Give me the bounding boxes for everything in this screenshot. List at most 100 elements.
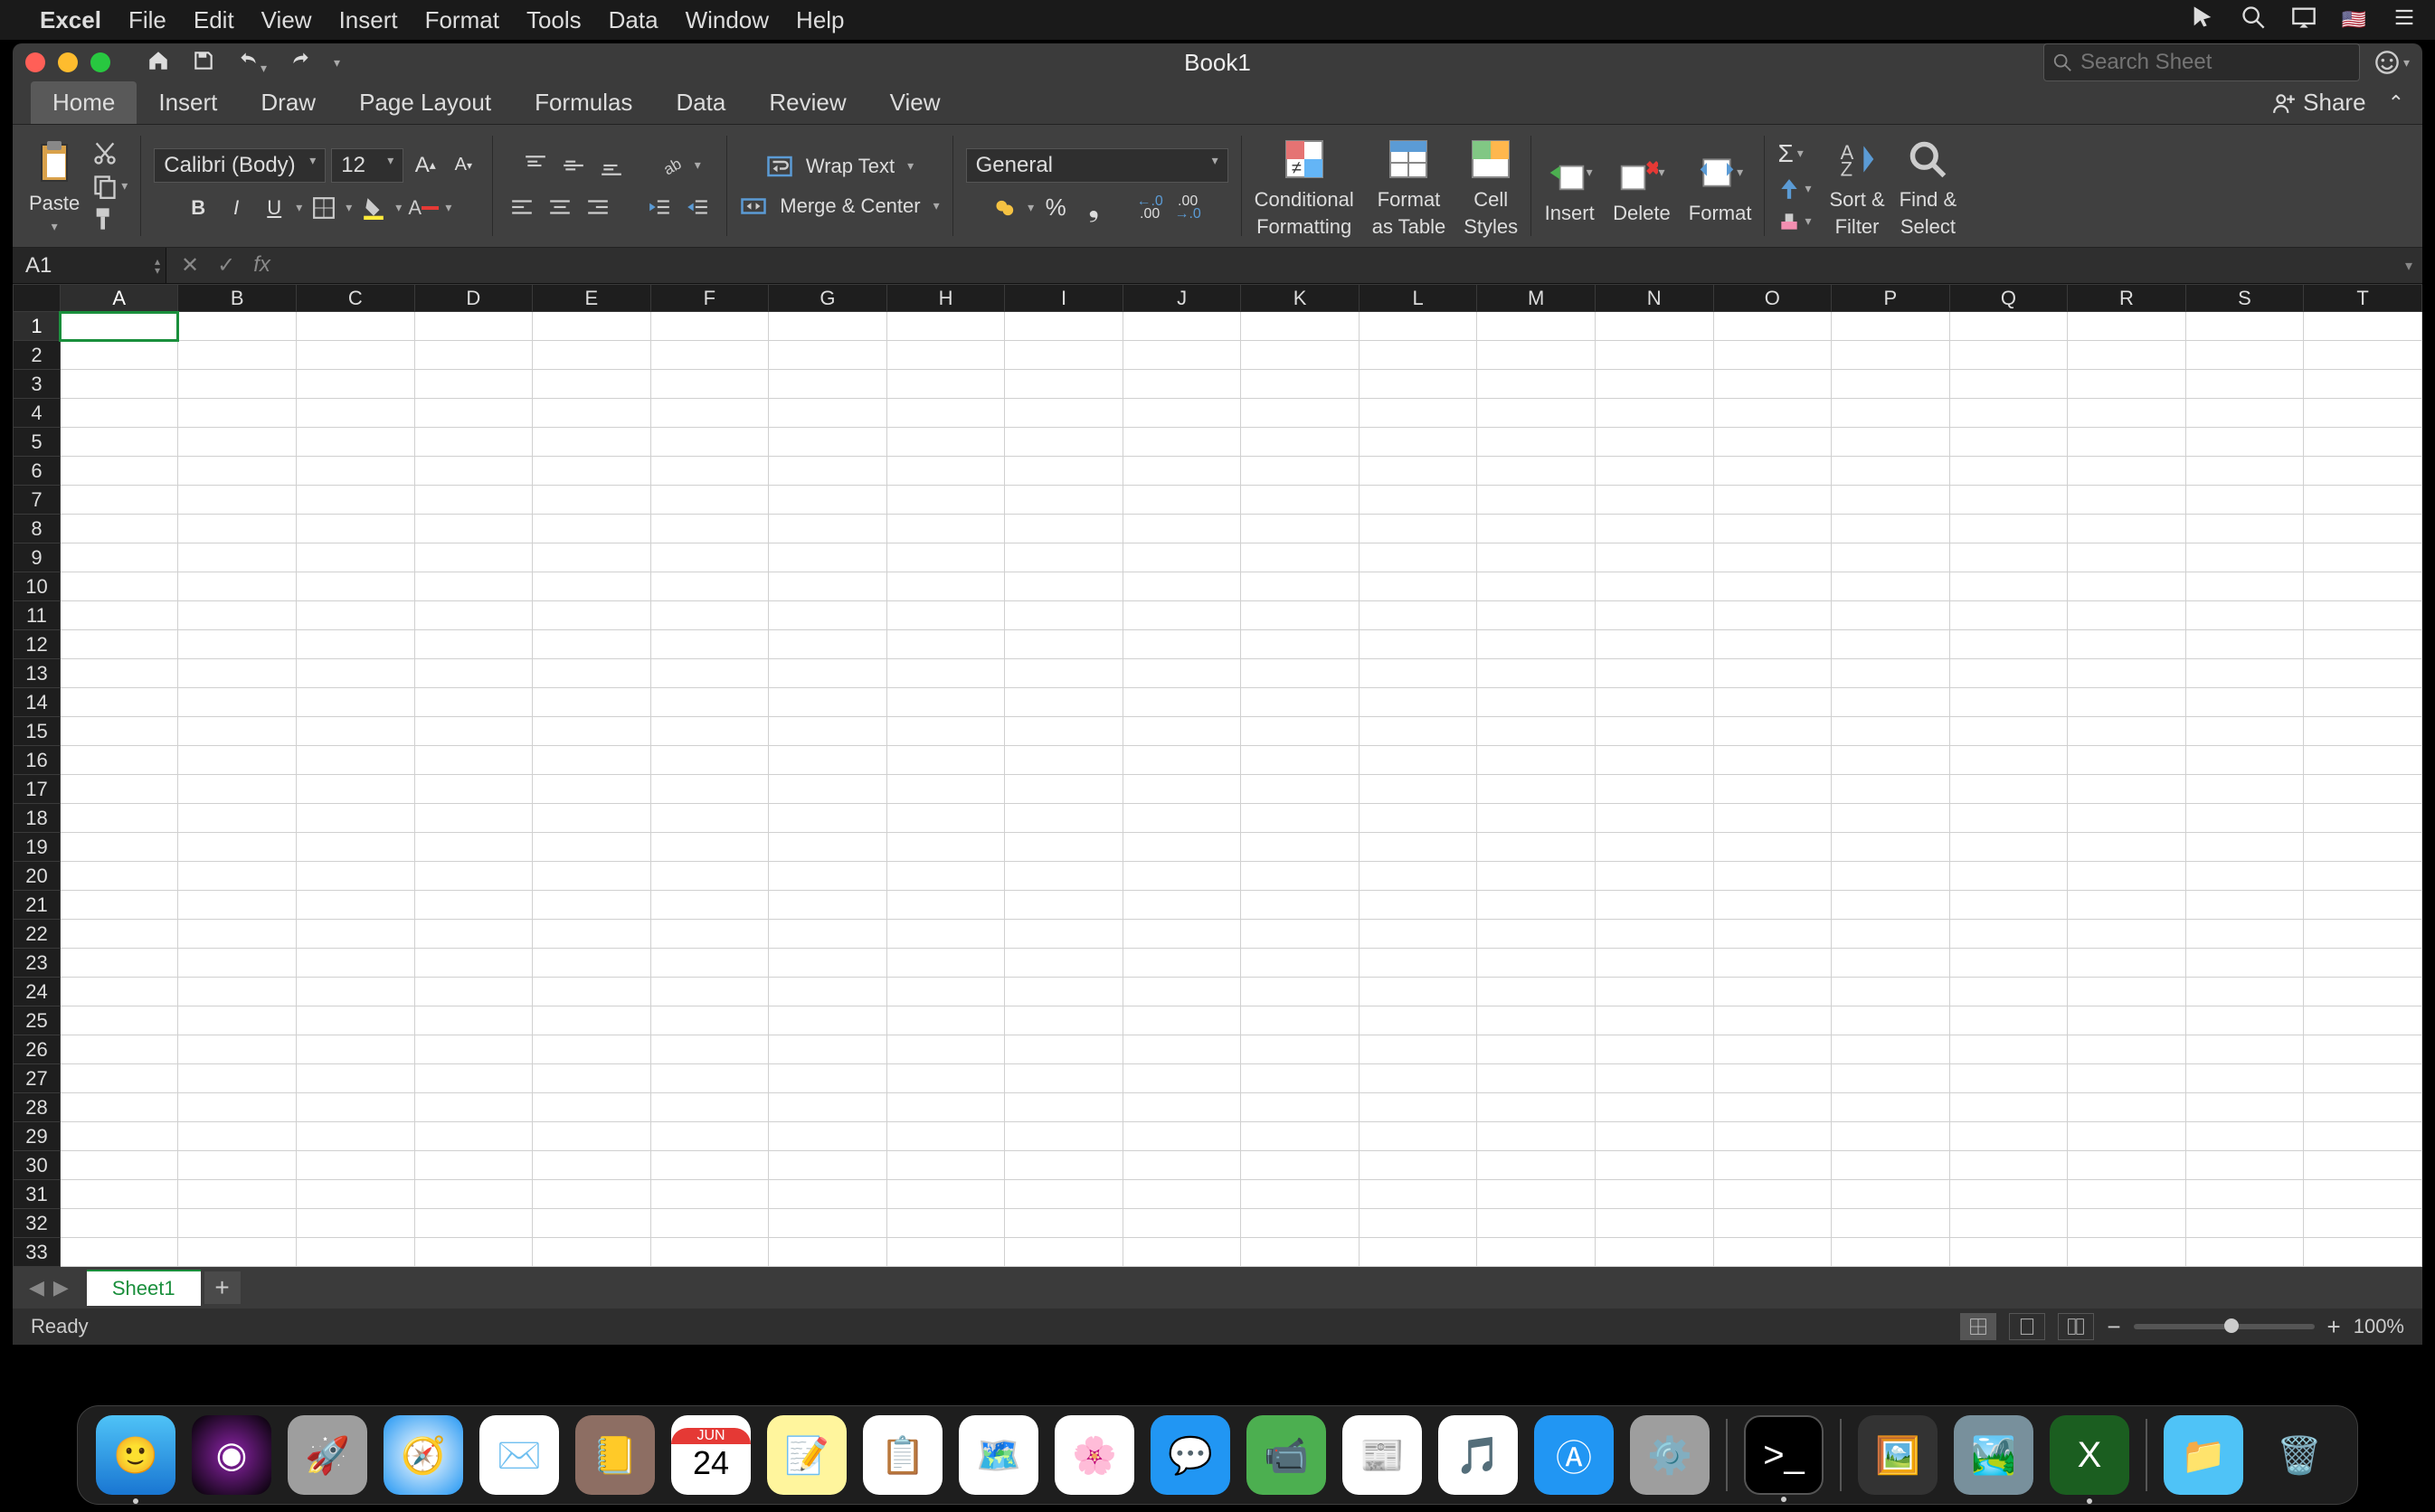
cell[interactable]	[60, 688, 178, 717]
cell[interactable]	[650, 543, 769, 572]
cell[interactable]	[1123, 543, 1241, 572]
save-icon[interactable]	[192, 49, 215, 77]
cell[interactable]	[414, 601, 533, 630]
zoom-in-button[interactable]: +	[2327, 1313, 2341, 1341]
cell[interactable]	[533, 370, 651, 399]
cell[interactable]	[60, 457, 178, 486]
cell[interactable]	[60, 601, 178, 630]
formula-input[interactable]	[285, 253, 2395, 279]
cell[interactable]	[1005, 341, 1123, 370]
cell[interactable]	[1713, 1122, 1832, 1151]
cell[interactable]	[1005, 1064, 1123, 1093]
cell[interactable]	[2304, 862, 2422, 891]
align-bottom-button[interactable]	[595, 149, 628, 182]
collapse-ribbon-icon[interactable]: ⌃	[2388, 91, 2404, 115]
decrease-indent-button[interactable]	[643, 191, 676, 223]
cell[interactable]	[414, 920, 533, 949]
cell[interactable]	[414, 341, 533, 370]
cell[interactable]	[2068, 1064, 2186, 1093]
cell[interactable]	[1477, 1151, 1596, 1180]
cell[interactable]	[769, 1064, 887, 1093]
cut-button[interactable]	[92, 141, 128, 166]
column-header[interactable]: T	[2304, 285, 2422, 312]
cell[interactable]	[60, 1209, 178, 1238]
cell[interactable]	[178, 1180, 297, 1209]
row-header[interactable]: 32	[14, 1209, 61, 1238]
cell[interactable]	[296, 717, 414, 746]
cell[interactable]	[2068, 1122, 2186, 1151]
cell[interactable]	[1595, 804, 1713, 833]
cell[interactable]	[533, 312, 651, 341]
cell[interactable]	[2068, 833, 2186, 862]
cancel-formula-icon[interactable]: ✕	[181, 252, 199, 279]
cell[interactable]	[533, 688, 651, 717]
cell[interactable]	[650, 1093, 769, 1122]
cell[interactable]	[886, 891, 1005, 920]
cell[interactable]	[1595, 341, 1713, 370]
cell[interactable]	[296, 457, 414, 486]
cell[interactable]	[1713, 978, 1832, 1006]
cell[interactable]	[769, 543, 887, 572]
cell[interactable]	[60, 804, 178, 833]
cell[interactable]	[178, 659, 297, 688]
cell[interactable]	[2304, 341, 2422, 370]
cell[interactable]	[1713, 543, 1832, 572]
cell[interactable]	[1713, 370, 1832, 399]
cell[interactable]	[1359, 486, 1477, 515]
cell[interactable]	[1241, 1122, 1360, 1151]
fill-color-button[interactable]	[357, 192, 390, 224]
cell[interactable]	[1949, 978, 2068, 1006]
cell[interactable]	[1005, 891, 1123, 920]
cell[interactable]	[1595, 543, 1713, 572]
cell[interactable]	[1477, 341, 1596, 370]
feedback-button[interactable]: ▾	[2374, 50, 2410, 75]
cell[interactable]	[1713, 1151, 1832, 1180]
menu-file[interactable]: File	[128, 6, 166, 34]
cell[interactable]	[1005, 457, 1123, 486]
italic-button[interactable]: I	[220, 192, 252, 224]
cell[interactable]	[2068, 1006, 2186, 1035]
cell[interactable]	[1241, 688, 1360, 717]
cell[interactable]	[1832, 978, 1950, 1006]
cell[interactable]	[1713, 601, 1832, 630]
cell[interactable]	[60, 515, 178, 543]
dock-maps-icon[interactable]: 🗺️	[959, 1415, 1038, 1495]
cell[interactable]	[60, 862, 178, 891]
cell[interactable]	[1005, 312, 1123, 341]
cell[interactable]	[2068, 659, 2186, 688]
row-header[interactable]: 14	[14, 688, 61, 717]
column-header[interactable]: A	[60, 285, 178, 312]
cell[interactable]	[296, 601, 414, 630]
cell[interactable]	[178, 399, 297, 428]
cell[interactable]	[2304, 949, 2422, 978]
cell[interactable]	[650, 891, 769, 920]
cell[interactable]	[296, 1035, 414, 1064]
cell[interactable]	[650, 370, 769, 399]
cell[interactable]	[1949, 1238, 2068, 1267]
cell[interactable]	[60, 949, 178, 978]
cell[interactable]	[414, 891, 533, 920]
cell[interactable]	[2304, 1209, 2422, 1238]
cell[interactable]	[296, 1122, 414, 1151]
cell[interactable]	[1123, 1151, 1241, 1180]
cell[interactable]	[2304, 312, 2422, 341]
row-header[interactable]: 17	[14, 775, 61, 804]
cell[interactable]	[178, 717, 297, 746]
dock-terminal-icon[interactable]: >_	[1744, 1415, 1824, 1495]
cell[interactable]	[769, 486, 887, 515]
cell[interactable]	[296, 833, 414, 862]
cell[interactable]	[1123, 862, 1241, 891]
cell[interactable]	[2068, 601, 2186, 630]
cell[interactable]	[2185, 515, 2304, 543]
cell[interactable]	[769, 659, 887, 688]
cell[interactable]	[533, 515, 651, 543]
cell[interactable]	[1949, 543, 2068, 572]
cell[interactable]	[60, 717, 178, 746]
cell[interactable]	[1713, 920, 1832, 949]
cell[interactable]	[769, 891, 887, 920]
cell[interactable]	[2068, 1151, 2186, 1180]
cell[interactable]	[414, 746, 533, 775]
cell[interactable]	[2304, 1093, 2422, 1122]
cell[interactable]	[1359, 515, 1477, 543]
cell[interactable]	[1832, 746, 1950, 775]
